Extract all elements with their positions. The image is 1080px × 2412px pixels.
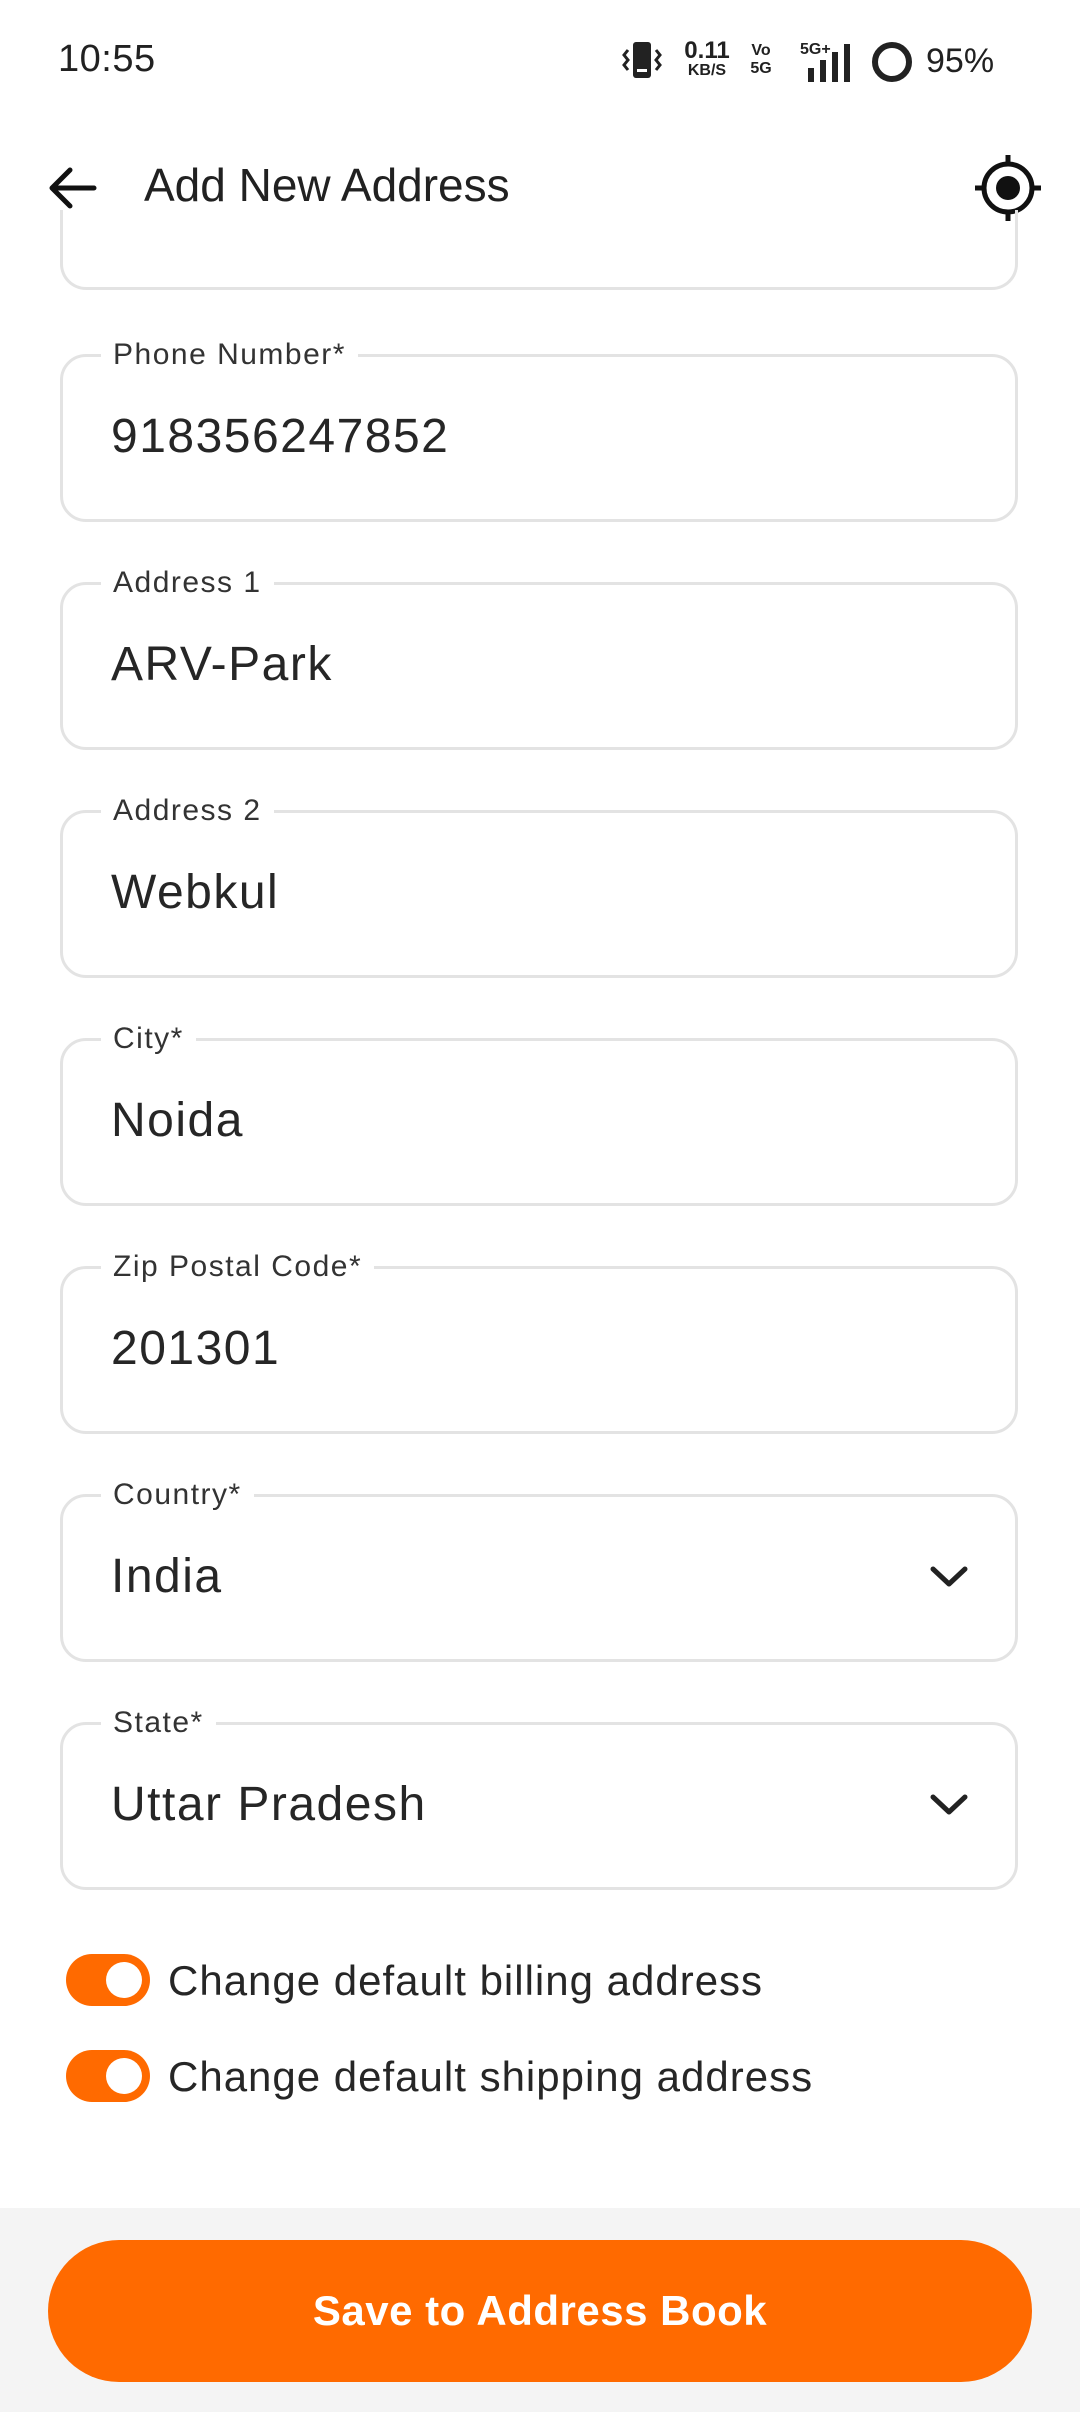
status-time: 10:55 <box>58 38 156 80</box>
zip-code-value: 201301 <box>111 1322 281 1375</box>
switch-knob <box>106 2058 142 2094</box>
default-billing-toggle-row[interactable]: Change default billing address <box>64 1945 964 2015</box>
battery-percent: 95% <box>926 42 995 80</box>
state-select[interactable]: State* Uttar Pradesh <box>60 1703 1018 1890</box>
svg-text:5G+: 5G+ <box>800 41 831 58</box>
address-1-value: ARV-Park <box>111 638 333 691</box>
status-bar: 10:55 0.11 KB/S Vo 5G 5G+ 95% <box>0 0 1080 120</box>
previous-field-partial[interactable] <box>60 210 1018 290</box>
city-value: Noida <box>111 1094 244 1147</box>
vibrate-icon <box>622 42 662 78</box>
phone-number-label: Phone Number* <box>101 335 358 375</box>
page-title: Add New Address <box>144 159 510 211</box>
zip-code-label: Zip Postal Code* <box>101 1247 375 1287</box>
address-1-field[interactable]: Address 1 ARV-Park <box>60 563 1018 750</box>
default-billing-label: Change default billing address <box>168 1957 764 2004</box>
arrow-left-icon <box>49 167 97 209</box>
country-select[interactable]: Country* India <box>60 1475 1018 1662</box>
bottom-action-bar: Save to Address Book <box>0 2208 1080 2412</box>
default-shipping-label: Change default shipping address <box>168 2053 814 2100</box>
country-value: India <box>111 1550 223 1603</box>
address-2-field[interactable]: Address 2 Webkul <box>60 791 1018 978</box>
phone-number-value: 918356247852 <box>111 410 450 463</box>
state-value: Uttar Pradesh <box>111 1778 427 1831</box>
default-shipping-switch[interactable] <box>66 2050 150 2102</box>
city-field[interactable]: City* Noida <box>60 1019 1018 1206</box>
network-speed-unit: KB/S <box>687 62 727 79</box>
network-speed-value: 0.11 <box>684 37 730 64</box>
volte-indicator: Vo 5G <box>746 42 776 78</box>
chevron-down-icon <box>930 1566 968 1587</box>
city-label: City* <box>101 1019 196 1059</box>
network-speed: 0.11 KB/S <box>680 37 734 80</box>
volte-top: Vo <box>751 42 771 59</box>
signal-5g-icon: 5G+ <box>800 41 850 82</box>
zip-code-field[interactable]: Zip Postal Code* 201301 <box>60 1247 1018 1434</box>
address-1-label: Address 1 <box>101 563 274 603</box>
phone-number-field[interactable]: Phone Number* 918356247852 <box>60 335 1018 522</box>
status-icons: 0.11 KB/S Vo 5G 5G+ 95% <box>520 32 1080 92</box>
state-label: State* <box>101 1703 216 1743</box>
default-billing-switch[interactable] <box>66 1954 150 2006</box>
battery-ring-icon <box>872 42 912 82</box>
address-2-label: Address 2 <box>101 791 274 831</box>
volte-bottom: 5G <box>750 60 772 77</box>
switch-knob <box>106 1962 142 1998</box>
chevron-down-icon <box>930 1794 968 1815</box>
save-to-address-book-button[interactable]: Save to Address Book <box>48 2240 1032 2382</box>
address-2-value: Webkul <box>111 866 280 919</box>
default-shipping-toggle-row[interactable]: Change default shipping address <box>64 2041 964 2111</box>
country-label: Country* <box>101 1475 254 1515</box>
